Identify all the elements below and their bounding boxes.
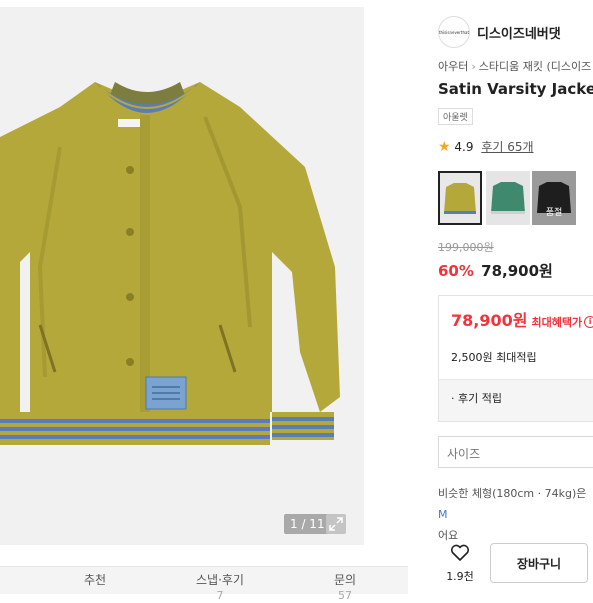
review-points: · 후기 적립	[451, 392, 502, 405]
chevron-right-icon: ›	[471, 60, 476, 73]
tab-snap-review-count: 7	[216, 589, 224, 602]
color-option-thumb[interactable]	[486, 171, 530, 225]
max-benefit-price: 78,900원	[451, 311, 528, 330]
detail-tabs: 추천 스냅·후기 7 문의 57	[0, 566, 408, 602]
price-row: 60% 78,900원	[438, 260, 553, 281]
color-option-thumb-soldout[interactable]: 품절	[532, 171, 576, 225]
rating: ★ 4.9 후기 65개	[438, 138, 534, 155]
tab-recommend[interactable]: 추천	[60, 573, 130, 588]
image-pager: 1 / 11	[284, 514, 331, 534]
tab-inquiry[interactable]: 문의 57	[310, 573, 380, 603]
like-count: 1.9천	[446, 570, 474, 583]
breadcrumb: 아우터 › 스타디움 재킷 (디스이즈	[438, 58, 591, 74]
info-icon[interactable]: i	[584, 315, 593, 328]
max-points: 2,500원 최대적립	[451, 351, 537, 364]
product-title: Satin Varsity Jacket	[438, 80, 593, 98]
size-note-text: 비슷한 체형(180cm · 74kg)은	[438, 487, 587, 500]
tab-recommend-label: 추천	[83, 573, 107, 587]
outlet-badge: 아울렛	[438, 108, 473, 125]
size-recommendation: 비슷한 체형(180cm · 74kg)은 M 어요	[438, 483, 593, 546]
discount-rate: 60%	[438, 262, 474, 280]
color-option-thumb[interactable]	[438, 171, 482, 225]
original-price: 199,000원	[438, 241, 494, 254]
review-points-section: · 후기 적립	[439, 380, 593, 421]
breadcrumb-item[interactable]: 스타디움 재킷 (디스이즈	[479, 60, 591, 73]
size-select[interactable]: 사이즈	[438, 436, 593, 468]
product-image-gallery[interactable]: 1 / 11	[0, 7, 364, 545]
expand-icon[interactable]	[326, 514, 346, 534]
brand-name[interactable]: 디스이즈네버댓	[477, 23, 561, 42]
star-icon: ★	[438, 139, 451, 155]
size-placeholder: 사이즈	[447, 447, 481, 461]
breadcrumb-item[interactable]: 아우터	[438, 60, 468, 73]
add-to-cart-button[interactable]: 장바구니	[490, 543, 588, 583]
tab-snap-review[interactable]: 스냅·후기 7	[180, 573, 260, 603]
max-benefit-label: 최대혜택가	[531, 316, 583, 329]
soldout-label: 품절	[545, 208, 563, 218]
sale-price: 78,900원	[481, 262, 553, 280]
heart-icon	[450, 544, 470, 561]
tab-inquiry-count: 57	[338, 589, 352, 602]
rating-value: 4.9	[454, 140, 474, 154]
product-info-panel: thisisneverthat 디스이즈네버댓 아우터 › 스타디움 재킷 (디스이…	[424, 0, 593, 593]
jacket-image	[0, 82, 340, 445]
brand-logo-text: thisisneverthat	[438, 29, 470, 35]
benefit-box: 78,900원 최대혜택가 i 2,500원 최대적립 · 후기 적립	[438, 295, 593, 422]
brand-logo[interactable]: thisisneverthat	[438, 16, 470, 48]
tab-snap-review-label: 스냅·후기	[196, 573, 244, 587]
size-note-tail: 어요	[438, 529, 459, 542]
size-note-link[interactable]: M	[438, 508, 448, 521]
max-benefit-price-row[interactable]: 78,900원 최대혜택가 i	[451, 307, 593, 331]
tab-inquiry-label: 문의	[333, 573, 357, 587]
review-count-link[interactable]: 후기 65개	[481, 140, 533, 154]
like-button[interactable]: 1.9천	[438, 544, 482, 584]
